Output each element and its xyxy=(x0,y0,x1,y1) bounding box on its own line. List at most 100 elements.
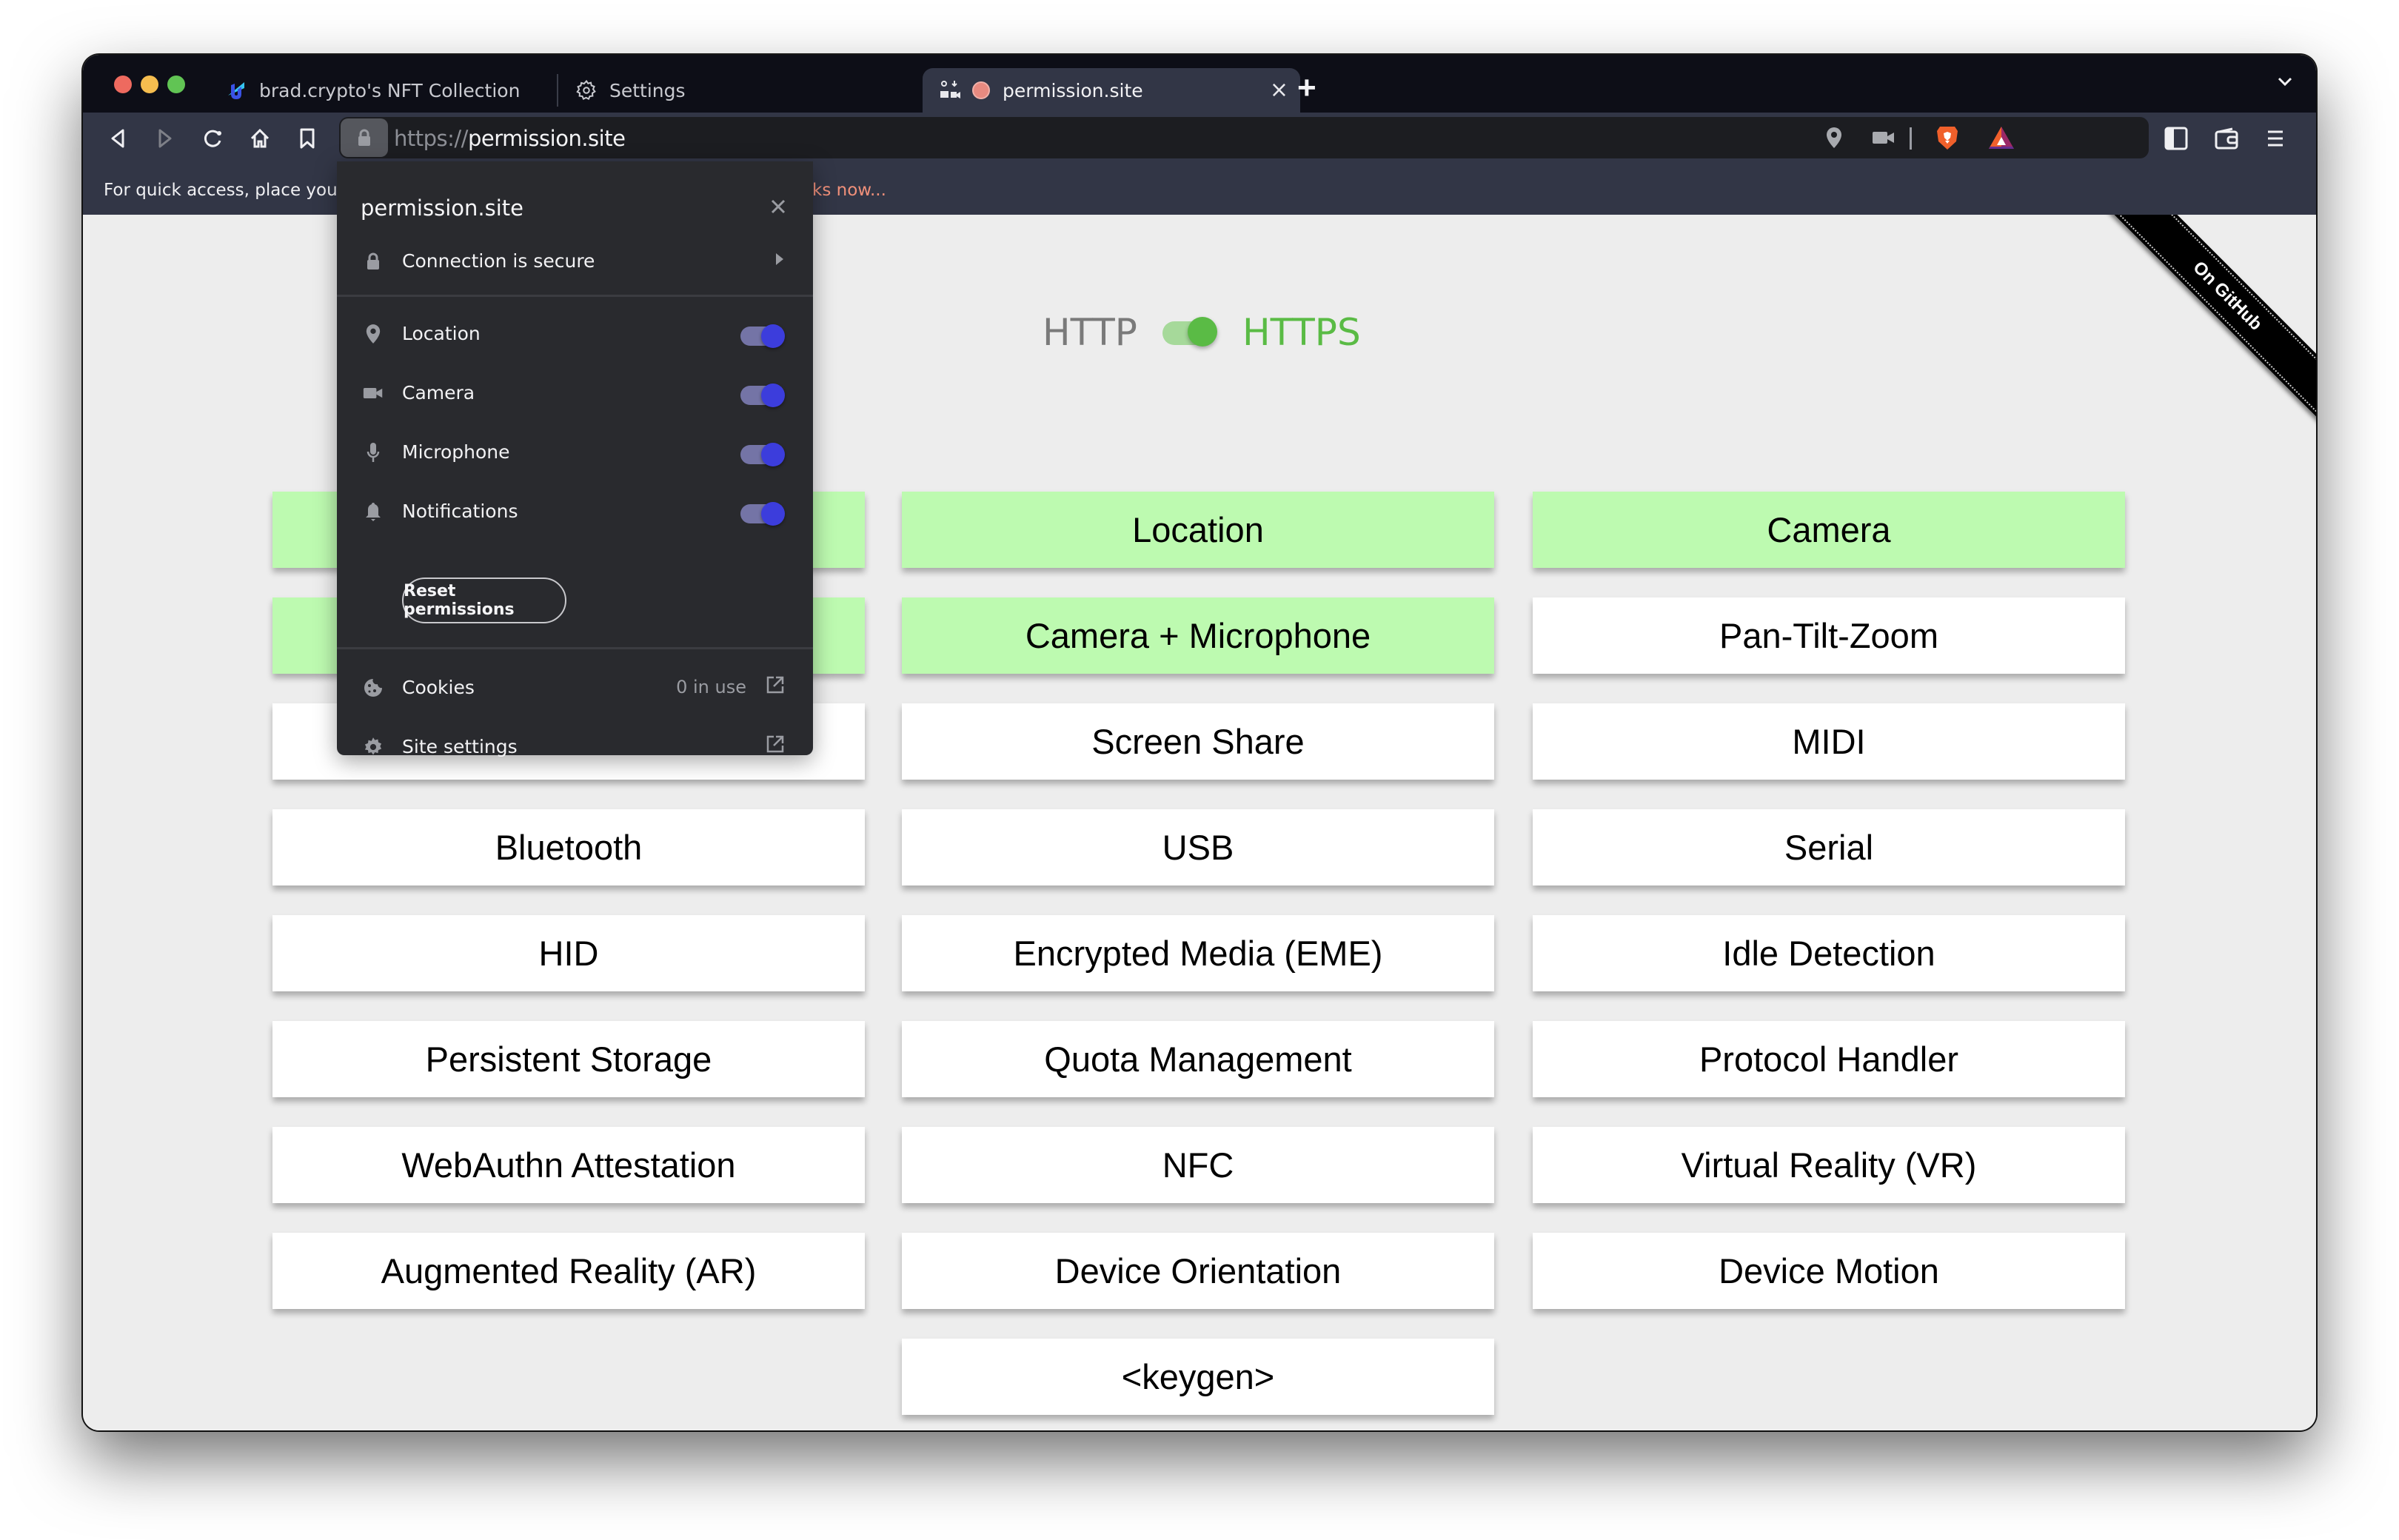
browser-window: brad.crypto's NFT Collection Settings pe… xyxy=(83,55,2316,1430)
window-zoom-button[interactable] xyxy=(167,76,185,93)
back-button[interactable] xyxy=(102,123,133,154)
sidebar-icon xyxy=(2164,127,2188,150)
window-close-button[interactable] xyxy=(114,76,132,93)
protocol-toggle-knob xyxy=(1188,317,1217,346)
address-bar[interactable]: https://permission.site xyxy=(339,117,2149,158)
permission-button-screen-share[interactable]: Screen Share xyxy=(902,703,1494,780)
location-icon[interactable] xyxy=(1823,124,1845,151)
tab-label: Settings xyxy=(609,79,686,101)
github-ribbon-label[interactable]: On GitHub xyxy=(2094,215,2316,432)
external-link-icon xyxy=(766,734,788,757)
location-icon xyxy=(361,321,386,346)
tab-permission-site[interactable]: permission.site × xyxy=(923,68,1300,113)
menu-icon xyxy=(2268,130,2283,147)
sidebar-button[interactable] xyxy=(2161,123,2192,154)
cookies-count: 0 in use xyxy=(676,677,746,697)
permission-button-virtual-reality-vr[interactable]: Virtual Reality (VR) xyxy=(1533,1127,2125,1203)
permission-button-midi[interactable]: MIDI xyxy=(1533,703,2125,780)
menu-button[interactable] xyxy=(2260,123,2291,154)
permission-button-device-orientation[interactable]: Device Orientation xyxy=(902,1233,1494,1309)
new-tab-button[interactable]: + xyxy=(1297,70,1316,107)
toolbar: https://permission.site xyxy=(83,113,2316,164)
back-icon xyxy=(111,129,124,148)
wallet-button[interactable] xyxy=(2211,123,2242,154)
reset-permissions-button[interactable]: Reset permissions xyxy=(402,578,566,623)
permission-button-camera[interactable]: Camera xyxy=(1533,492,2125,568)
tab-nft-collection[interactable]: brad.crypto's NFT Collection xyxy=(224,68,520,113)
import-bookmarks-link[interactable]: ks now... xyxy=(812,181,886,200)
popup-separator xyxy=(337,647,813,649)
permission-row-notifications: Notifications xyxy=(337,486,813,538)
permission-button-persistent-storage[interactable]: Persistent Storage xyxy=(272,1021,865,1097)
popup-separator xyxy=(337,295,813,297)
gear-icon xyxy=(361,734,386,760)
permission-button-idle-detection[interactable]: Idle Detection xyxy=(1533,915,2125,991)
cookies-label: Cookies xyxy=(402,677,475,698)
url-text[interactable]: https://permission.site xyxy=(394,126,626,151)
chevron-right-icon xyxy=(774,252,785,270)
permission-button-device-motion[interactable]: Device Motion xyxy=(1533,1233,2125,1309)
close-tab-icon[interactable]: × xyxy=(1270,77,1288,103)
permission-button-usb[interactable]: USB xyxy=(902,809,1494,886)
bookmarks-bar-hint: For quick access, place you xyxy=(104,181,338,200)
microphone-icon xyxy=(361,440,386,465)
site-info-button[interactable] xyxy=(341,118,388,157)
forward-button[interactable] xyxy=(150,123,181,154)
cookies-row[interactable]: Cookies 0 in use xyxy=(337,662,813,714)
permission-button-webauthn-attestation[interactable]: WebAuthn Attestation xyxy=(272,1127,865,1203)
permission-button-augmented-reality-ar[interactable]: Augmented Reality (AR) xyxy=(272,1233,865,1309)
permission-row-microphone: Microphone xyxy=(337,426,813,478)
wallet-icon xyxy=(2215,127,2238,150)
github-ribbon[interactable]: On GitHub xyxy=(2094,215,2316,437)
site-settings-row[interactable]: Site settings xyxy=(337,721,813,773)
permission-button-bluetooth[interactable]: Bluetooth xyxy=(272,809,865,886)
reload-button[interactable] xyxy=(197,123,228,154)
permission-button-nfc[interactable]: NFC xyxy=(902,1127,1494,1203)
permission-button-encrypted-media-eme[interactable]: Encrypted Media (EME) xyxy=(902,915,1494,991)
permission-label: Notifications xyxy=(402,500,518,522)
permission-row-camera: Camera xyxy=(337,367,813,419)
notifications-toggle[interactable] xyxy=(740,502,785,526)
external-link-icon xyxy=(766,675,788,697)
permission-button-keygen[interactable]: <keygen> xyxy=(902,1339,1494,1415)
camera-icon[interactable] xyxy=(1870,124,1897,151)
home-button[interactable] xyxy=(244,123,275,154)
permission-button-camera-microphone[interactable]: Camera + Microphone xyxy=(902,597,1494,674)
site-settings-label: Site settings xyxy=(402,736,518,757)
microphone-toggle[interactable] xyxy=(740,443,785,466)
brave-shields-icon[interactable] xyxy=(1934,124,1961,151)
tab-list-chevron-icon[interactable] xyxy=(2275,71,2295,96)
url-separator xyxy=(1910,127,1912,150)
permission-label: Location xyxy=(402,323,481,344)
location-toggle[interactable] xyxy=(740,324,785,348)
protocol-toggle[interactable] xyxy=(1162,317,1219,346)
camera-toggle[interactable] xyxy=(740,384,785,407)
tab-label: brad.crypto's NFT Collection xyxy=(259,79,521,101)
protocol-http-label[interactable]: HTTP xyxy=(1043,311,1137,354)
site-info-popup: permission.site Connection is secure Loc… xyxy=(337,161,813,757)
permission-button-quota-management[interactable]: Quota Management xyxy=(902,1021,1494,1097)
url-scheme: https:// xyxy=(394,126,468,151)
permission-button-location[interactable]: Location xyxy=(902,492,1494,568)
tab-divider xyxy=(557,74,558,107)
bookmark-button[interactable] xyxy=(292,123,323,154)
close-popup-button[interactable] xyxy=(766,194,791,219)
tab-settings[interactable]: Settings xyxy=(574,68,686,113)
protocol-https-label[interactable]: HTTPS xyxy=(1242,311,1361,354)
connection-security-label: Connection is secure xyxy=(402,250,595,272)
camera-icon xyxy=(361,381,386,406)
permission-label: Microphone xyxy=(402,441,510,463)
connection-security-row[interactable]: Connection is secure xyxy=(337,235,813,287)
permission-button-pan-tilt-zoom[interactable]: Pan-Tilt-Zoom xyxy=(1533,597,2125,674)
bookmark-icon xyxy=(300,128,315,149)
window-minimize-button[interactable] xyxy=(141,76,158,93)
gear-icon xyxy=(574,78,599,103)
bell-icon xyxy=(361,499,386,524)
tab-strip: brad.crypto's NFT Collection Settings pe… xyxy=(83,55,2316,113)
permission-row-location: Location xyxy=(337,308,813,360)
permission-button-serial[interactable]: Serial xyxy=(1533,809,2125,886)
tab-label: permission.site xyxy=(1003,79,1143,101)
permission-button-protocol-handler[interactable]: Protocol Handler xyxy=(1533,1021,2125,1097)
brave-rewards-icon[interactable] xyxy=(1986,124,2017,151)
permission-button-hid[interactable]: HID xyxy=(272,915,865,991)
